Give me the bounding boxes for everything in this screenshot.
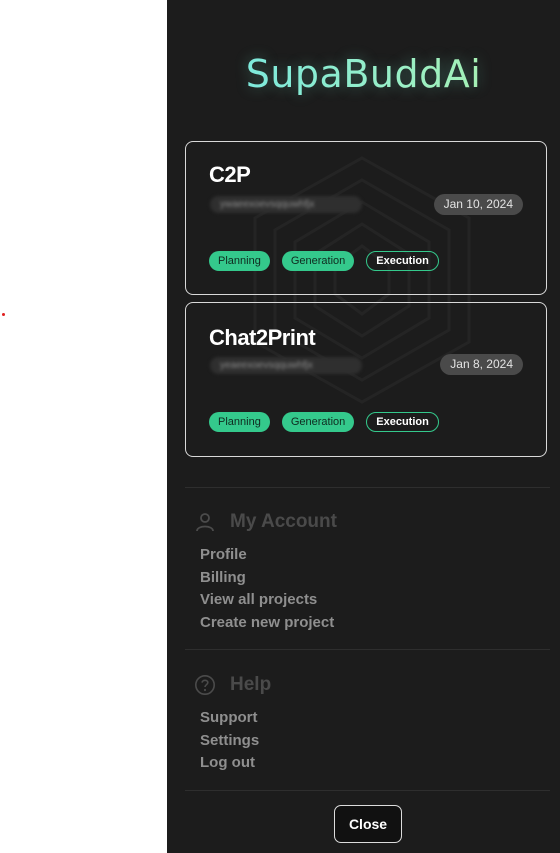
divider [185, 790, 550, 791]
user-icon [196, 513, 214, 532]
tag-planning: Planning [209, 251, 270, 271]
project-title: C2P [209, 162, 251, 187]
menu-item-view-all-projects[interactable]: View all projects [200, 589, 334, 612]
help-section-title: Help [230, 674, 272, 695]
tag-generation: Generation [281, 251, 355, 271]
menu-item-profile[interactable]: Profile [200, 544, 334, 567]
side-drawer: SupaBuddAi C2P ywaeexoevsqquwhfjx Jan 10… [167, 0, 560, 853]
brand-logo: SupaBuddAi [167, 52, 560, 96]
project-id-blurred: yeaeexoevsqquwhfjx [210, 357, 362, 374]
menu-item-log-out[interactable]: Log out [200, 752, 259, 775]
menu-item-settings[interactable]: Settings [200, 730, 259, 753]
project-date-badge: Jan 8, 2024 [440, 354, 523, 375]
project-card[interactable]: Chat2Print yeaeexoevsqquwhfjx Jan 8, 202… [185, 302, 547, 457]
project-title: Chat2Print [209, 325, 316, 350]
menu-item-create-new-project[interactable]: Create new project [200, 612, 334, 635]
help-section-header: Help [194, 674, 271, 696]
tag-execution: Execution [366, 251, 439, 271]
menu-item-support[interactable]: Support [200, 707, 259, 730]
account-section-title: My Account [230, 511, 337, 532]
project-card[interactable]: C2P ywaeexoevsqquwhfjx Jan 10, 2024 Plan… [185, 141, 547, 295]
account-menu: Profile Billing View all projects Create… [200, 544, 334, 635]
question-circle-icon [195, 675, 215, 695]
help-menu: Support Settings Log out [200, 707, 259, 775]
tag-generation: Generation [281, 412, 355, 432]
red-marker-dot [2, 313, 5, 316]
divider [185, 649, 550, 650]
close-button[interactable]: Close [334, 805, 402, 843]
project-tags: Planning Generation Execution [209, 251, 439, 271]
divider [185, 487, 550, 488]
project-tags: Planning Generation Execution [209, 412, 439, 432]
project-id-blurred: ywaeexoevsqquwhfjx [210, 196, 362, 213]
tag-planning: Planning [209, 412, 270, 432]
project-date-badge: Jan 10, 2024 [433, 194, 523, 215]
tag-execution: Execution [366, 412, 439, 432]
menu-item-billing[interactable]: Billing [200, 567, 334, 590]
account-section-header: My Account [194, 511, 337, 533]
